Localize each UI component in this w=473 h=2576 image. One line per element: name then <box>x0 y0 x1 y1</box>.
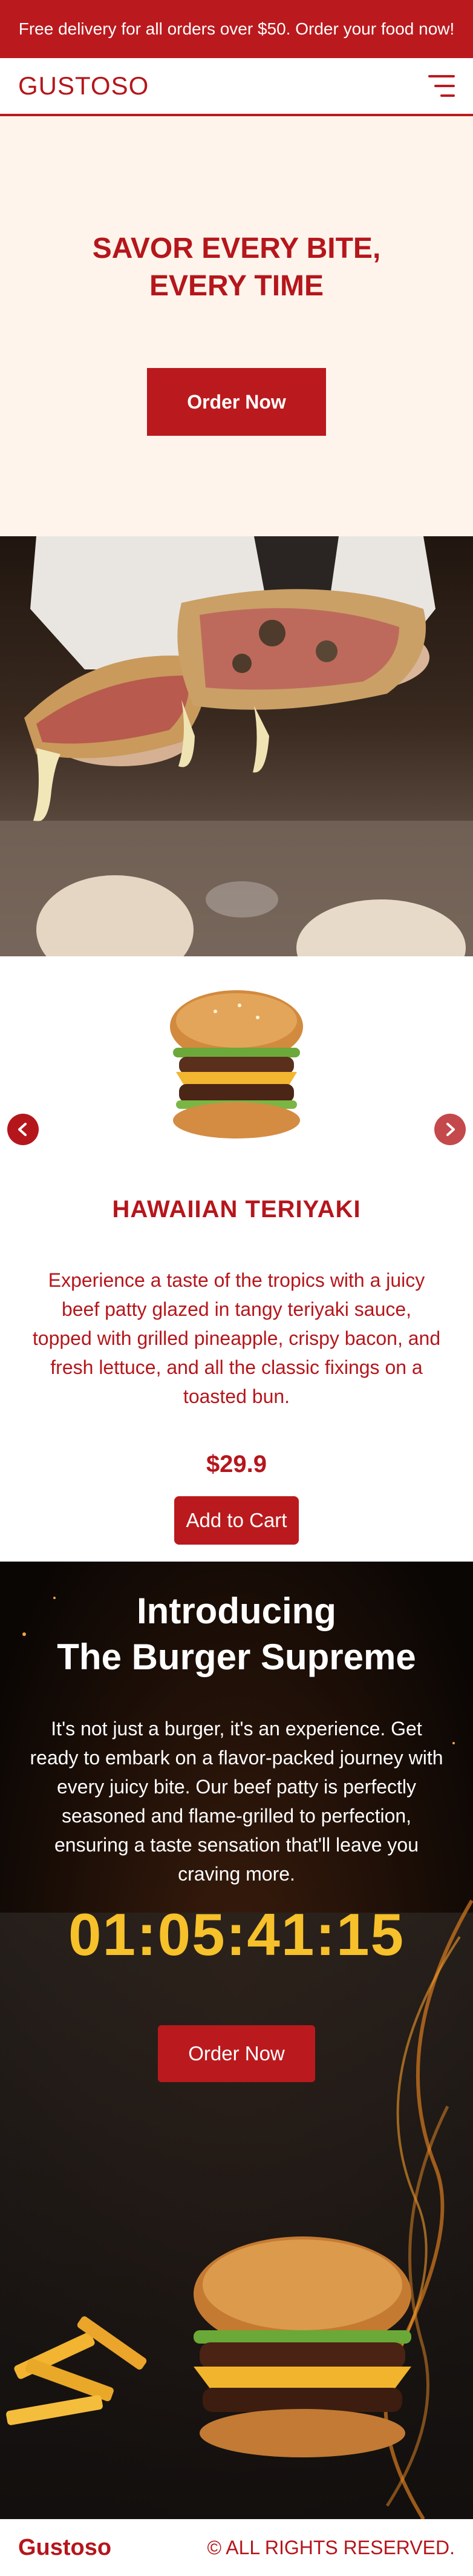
supreme-title-line1: Introducing <box>137 1591 336 1631</box>
hero-order-now-button[interactable]: Order Now <box>147 368 326 436</box>
hamburger-menu-icon[interactable] <box>428 75 455 97</box>
product-description: Experience a taste of the tropics with a… <box>32 1269 441 1407</box>
add-to-cart-button[interactable]: Add to Cart <box>174 1496 299 1545</box>
brand-logo[interactable]: GUSTOSO <box>18 71 149 100</box>
product-carousel: HAWAIIAN TERIYAKI Experience a taste of … <box>0 956 473 1562</box>
site-header: GUSTOSO <box>0 58 473 116</box>
supreme-order-now-button[interactable]: Order Now <box>158 2025 315 2082</box>
burger-supreme-section: Introducing The Burger Supreme It's not … <box>0 1562 473 2519</box>
hawaiian-teriyaki-burger-image <box>170 990 303 1138</box>
hero-section: SAVOR EVERY BITE, EVERY TIME Order Now <box>0 116 473 536</box>
product-name: HAWAIIAN TERIYAKI <box>112 1196 361 1223</box>
footer-logo[interactable]: Gustoso <box>18 2535 111 2561</box>
promo-banner: Free delivery for all orders over $50. O… <box>0 0 473 58</box>
chevron-right-icon[interactable] <box>434 1114 466 1145</box>
countdown-timer: 01:05:41:15 <box>68 1901 405 1968</box>
copyright-text: © ALL RIGHTS RESERVED. <box>207 2536 455 2558</box>
supreme-title: Introducing The Burger Supreme <box>0 1588 473 1680</box>
promo-text: Free delivery for all orders over $50. O… <box>18 19 455 38</box>
calzone-illustration <box>0 536 473 956</box>
supreme-description: It's not just a burger, it's an experien… <box>30 1718 443 1885</box>
product-price: $29.9 <box>206 1451 267 1477</box>
chevron-left-icon[interactable] <box>7 1114 39 1145</box>
site-footer: Gustoso © ALL RIGHTS RESERVED. <box>0 2519 473 2576</box>
hero-title: SAVOR EVERY BITE, EVERY TIME <box>92 232 381 302</box>
calzone-photo <box>0 536 473 956</box>
supreme-title-line2: The Burger Supreme <box>57 1637 416 1677</box>
